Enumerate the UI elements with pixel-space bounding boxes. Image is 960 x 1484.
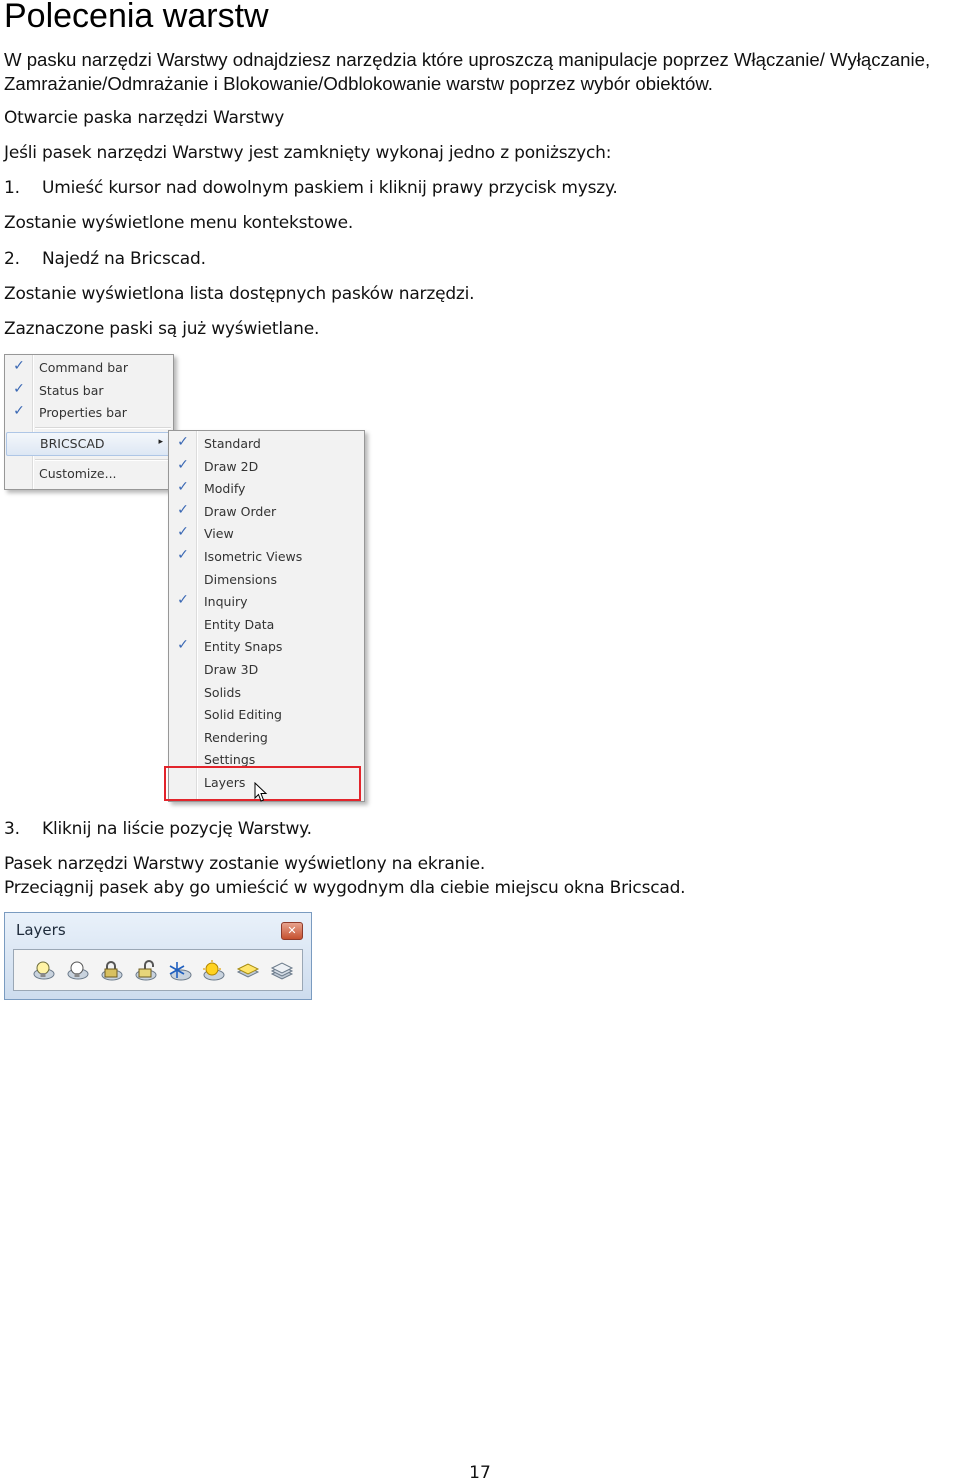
layer-lock-icon[interactable] — [100, 959, 124, 983]
submenu-item-solid-editing[interactable]: Solid Editing — [169, 704, 364, 726]
step-1: 1. Umieść kursor nad dowolnym paskiem i k… — [4, 177, 618, 200]
menu-item-label: Properties bar — [39, 405, 127, 420]
step-1-text: Umieść kursor nad dowolnym paskiem i kli… — [42, 178, 618, 198]
submenu-item-standard[interactable]: ✓ Standard — [169, 433, 364, 455]
submenu-item-dimensions[interactable]: Dimensions — [169, 569, 364, 591]
step-2-note: Zaznaczone paski są już wyświetlane. — [4, 319, 320, 339]
submenu-item-view[interactable]: ✓ View — [169, 523, 364, 545]
layer-stack-icon[interactable] — [270, 959, 294, 983]
page-number: 17 — [469, 1463, 491, 1483]
check-icon: ✓ — [177, 456, 189, 473]
submenu-item-solids[interactable]: Solids — [169, 682, 364, 704]
menu-item-label: Command bar — [39, 360, 128, 375]
submenu-item-label: Standard — [204, 436, 261, 451]
submenu-item-label: View — [204, 526, 234, 542]
check-icon: ✓ — [13, 403, 25, 419]
menu-separator — [35, 459, 171, 461]
menu-item-properties-bar[interactable]: ✓ Properties bar — [5, 402, 173, 424]
submenu-item-label: Entity Data — [204, 616, 275, 632]
submenu-item-draw-order[interactable]: ✓ Draw Order — [169, 501, 364, 523]
check-icon: ✓ — [13, 358, 25, 374]
step-2-number: 2. — [4, 249, 20, 269]
step-3-number: 3. — [4, 819, 20, 839]
menu-item-status-bar[interactable]: ✓ Status bar — [5, 380, 173, 402]
submenu-item-modify[interactable]: ✓ Modify — [169, 478, 364, 500]
step-2-text: Najedź na Bricscad. — [42, 249, 206, 269]
layers-toolbar[interactable]: Layers ✕ — [4, 912, 312, 1000]
check-icon: ✓ — [177, 637, 189, 654]
page-title: Polecenia warstw — [4, 0, 269, 35]
section-heading: Otwarcie paska narzędzi Warstwy — [4, 108, 285, 128]
submenu-item-rendering[interactable]: Rendering — [169, 727, 364, 749]
layer-freeze-icon[interactable] — [168, 959, 192, 983]
submenu-item-label: Draw 3D — [204, 662, 259, 677]
toolbars-submenu: ✓ Standard ✓ Draw 2D ✓ Modify ✓ Draw Order ✓ View… — [168, 430, 365, 802]
menu-item-bricscad[interactable]: BRICSCAD ▸ — [6, 432, 172, 456]
submenu-item-entity-data[interactable]: Entity Data — [169, 614, 364, 636]
menu-item-command-bar[interactable]: ✓ Command bar — [5, 357, 173, 379]
drag-hint: Przeciągnij pasek aby go umieścić w wygo… — [4, 878, 686, 898]
menu-item-customize[interactable]: Customize... — [5, 463, 173, 485]
submenu-item-label: Inquiry — [204, 594, 248, 610]
check-icon: ✓ — [177, 592, 189, 609]
step-3: 3. Kliknij na liście pozycję Warstwy. — [4, 818, 312, 841]
mouse-cursor-icon — [254, 782, 268, 802]
step-3-text: Kliknij na liście pozycję Warstwy. — [42, 819, 312, 839]
menu-item-label: Customize... — [39, 466, 117, 481]
menu-item-label: BRICSCAD — [40, 436, 105, 451]
submenu-item-label: Draw Order — [204, 503, 277, 519]
layer-unlock-icon[interactable] — [134, 959, 158, 983]
menu-item-label: Status bar — [39, 383, 104, 398]
toolbar-buttons — [13, 949, 303, 991]
menu-separator — [35, 427, 171, 429]
submenu-item-label: Modify — [204, 481, 246, 497]
close-icon[interactable]: ✕ — [281, 922, 303, 940]
submenu-item-draw-3d[interactable]: Draw 3D — [169, 659, 364, 681]
check-icon: ✓ — [177, 547, 189, 563]
toolbar-title: Layers — [16, 921, 66, 939]
layer-isolate-bulb-icon[interactable] — [66, 959, 90, 983]
intro-text-line2: Zamrażanie/Odmrażanie i Blokowanie/Odblo… — [4, 73, 713, 94]
step-2: 2. Najedź na Bricscad. — [4, 248, 206, 271]
submenu-item-label: Dimensions — [204, 571, 277, 587]
submenu-item-label: Solids — [204, 684, 241, 700]
submenu-item-isometric-views[interactable]: ✓ Isometric Views — [169, 546, 364, 568]
check-icon: ✓ — [177, 501, 189, 518]
layer-off-bulb-icon[interactable] — [32, 959, 56, 983]
step-3-result: Pasek narzędzi Warstwy zostanie wyświetl… — [4, 854, 486, 874]
intro-text-line1: W pasku narzędzi Warstwy odnajdziesz nar… — [4, 49, 931, 70]
submenu-item-label: Draw 2D — [204, 458, 259, 474]
check-icon: ✓ — [177, 434, 189, 450]
step-2-result: Zostanie wyświetlona lista dostępnych pa… — [4, 284, 475, 304]
check-icon: ✓ — [177, 524, 189, 541]
context-menu: ✓ Command bar ✓ Status bar ✓ Properties … — [4, 354, 174, 490]
step-1-number: 1. — [4, 178, 20, 198]
instruction-text: Jeśli pasek narzędzi Warstwy jest zamkni… — [4, 143, 612, 163]
submenu-item-inquiry[interactable]: ✓ Inquiry — [169, 591, 364, 613]
step-1-result: Zostanie wyświetlone menu kontekstowe. — [4, 213, 354, 233]
submenu-item-entity-snaps[interactable]: ✓ Entity Snaps — [169, 636, 364, 658]
check-icon: ✓ — [13, 381, 25, 397]
submenu-item-label: Rendering — [204, 729, 268, 745]
submenu-arrow-icon: ▸ — [158, 437, 163, 447]
submenu-item-draw-2d[interactable]: ✓ Draw 2D — [169, 456, 364, 478]
layer-current-icon[interactable] — [236, 959, 260, 983]
submenu-item-label: Entity Snaps — [204, 639, 283, 655]
submenu-item-label: Isometric Views — [204, 549, 303, 564]
layer-thaw-icon[interactable] — [202, 959, 226, 983]
check-icon: ✓ — [177, 479, 189, 496]
submenu-item-label: Solid Editing — [204, 707, 282, 723]
